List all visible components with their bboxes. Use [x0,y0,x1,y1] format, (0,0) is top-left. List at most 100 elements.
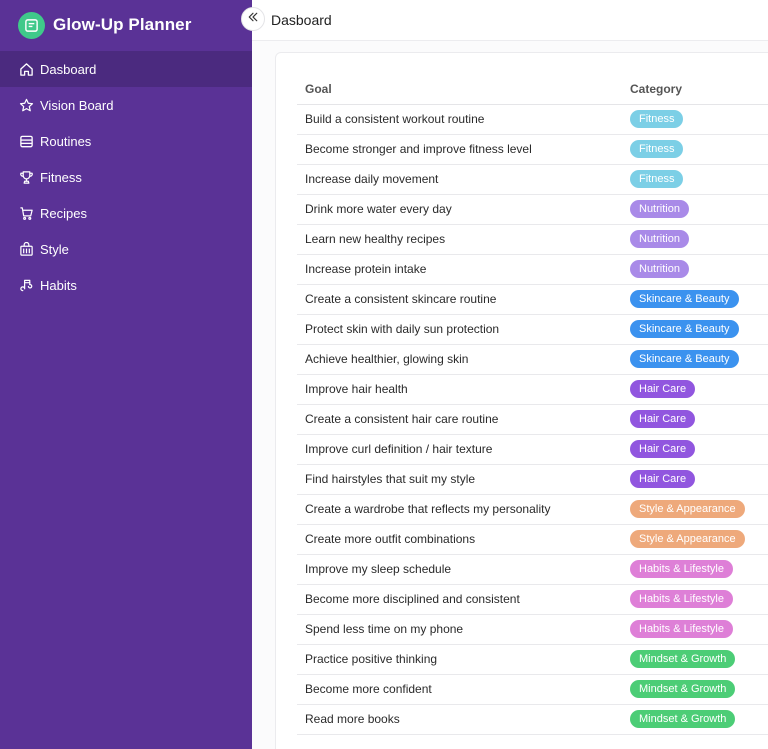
sidebar-item-dashboard[interactable]: Dasboard [0,51,252,87]
sidebar-item-label: Habits [40,277,77,293]
sidebar-item-fitness[interactable]: Fitness [0,159,252,195]
goal-cell: Create a consistent skincare routine [297,284,622,315]
table-row[interactable]: Achieve healthier, glowing skin Skincare … [297,344,768,375]
category-badge: Fitness [630,110,684,128]
goal-cell: Increase daily movement [297,164,622,195]
table-row[interactable]: Create a consistent hair care routine Hai… [297,404,768,435]
category-badge: Mindset & Growth [630,710,736,728]
table-row[interactable]: Become more disciplined and consistent Ha… [297,584,768,615]
goals-table: Goal Category Build a consistent workout… [297,74,768,735]
chevrons-left-icon [247,10,259,28]
category-cell: Hair Care [622,464,768,495]
goal-cell: Become more confident [297,674,622,705]
goal-cell: Read more books [297,704,622,735]
goal-cell: Learn new healthy recipes [297,224,622,255]
app-logo-icon [18,11,45,39]
home-icon [19,62,34,77]
category-badge: Fitness [630,170,684,188]
sidebar-item-vision-board[interactable]: Vision Board [0,87,252,123]
table-row[interactable]: Create a wardrobe that reflects my perso… [297,494,768,525]
page-title: Dasboard [271,12,332,28]
topbar: Dasboard [252,0,768,41]
sidebar-item-routines[interactable]: Routines [0,123,252,159]
category-cell: Fitness [622,164,768,195]
category-badge: Style & Appearance [630,530,745,548]
category-badge: Habits & Lifestyle [630,590,733,608]
category-cell: Nutrition [622,254,768,285]
goal-cell: Become stronger and improve fitness leve… [297,134,622,165]
table-row[interactable]: Become more confident Mindset & Growth [297,674,768,705]
goal-cell: Become more disciplined and consistent [297,584,622,615]
table-row[interactable]: Protect skin with daily sun protection Sk… [297,314,768,345]
goal-cell: Achieve healthier, glowing skin [297,344,622,375]
sidebar-item-label: Recipes [40,205,87,221]
category-cell: Habits & Lifestyle [622,554,768,585]
category-cell: Fitness [622,104,768,135]
category-cell: Habits & Lifestyle [622,614,768,645]
category-badge: Nutrition [630,230,689,248]
app-title: Glow-Up Planner [53,15,192,34]
category-cell: Hair Care [622,434,768,465]
column-header-category[interactable]: Category [622,74,768,105]
category-cell: Nutrition [622,224,768,255]
sidebar-item-label: Dasboard [40,61,97,77]
sidebar-item-style[interactable]: Style [0,231,252,267]
category-cell: Nutrition [622,194,768,225]
sidebar-item-label: Vision Board [40,97,114,113]
table-row[interactable]: Create a consistent skincare routine Skin… [297,284,768,315]
table-row[interactable]: Find hairstyles that suit my style Hair C… [297,464,768,495]
category-badge: Hair Care [630,440,696,458]
trophy-icon [19,170,34,185]
star-icon [19,98,34,113]
column-header-goal[interactable]: Goal [297,74,622,105]
table-row[interactable]: Improve hair health Hair Care [297,374,768,405]
table-body: Build a consistent workout routine Fitnes… [297,104,768,735]
table-row[interactable]: Become stronger and improve fitness leve… [297,134,768,165]
table-row[interactable]: Build a consistent workout routine Fitnes… [297,104,768,135]
table-row[interactable]: Increase protein intake Nutrition [297,254,768,285]
table-row[interactable]: Improve curl definition / hair texture Ha… [297,434,768,465]
brand[interactable]: Glow-Up Planner [0,0,252,50]
category-badge: Hair Care [630,470,696,488]
category-badge: Style & Appearance [630,500,745,518]
goal-cell: Improve curl definition / hair texture [297,434,622,465]
goal-cell: Drink more water every day [297,194,622,225]
table-row[interactable]: Drink more water every day Nutrition [297,194,768,225]
category-badge: Skincare & Beauty [630,350,739,368]
goal-cell: Build a consistent workout routine [297,104,622,135]
goal-cell: Find hairstyles that suit my style [297,464,622,495]
sidebar-item-label: Routines [40,133,92,149]
category-badge: Nutrition [630,260,689,278]
table-row[interactable]: Create more outfit combinations Style & A… [297,524,768,555]
goal-cell: Practice positive thinking [297,644,622,675]
table-row[interactable]: Practice positive thinking Mindset & Grow… [297,644,768,675]
layers-icon [19,134,34,149]
collapse-sidebar-button[interactable] [241,7,265,31]
category-cell: Mindset & Growth [622,674,768,705]
habit-icon [19,278,34,293]
goal-cell: Create more outfit combinations [297,524,622,555]
category-cell: Mindset & Growth [622,644,768,675]
table-row[interactable]: Read more books Mindset & Growth [297,704,768,735]
sidebar-item-habits[interactable]: Habits [0,267,252,303]
category-cell: Style & Appearance [622,494,768,525]
table-row[interactable]: Increase daily movement Fitness [297,164,768,195]
cart-icon [19,206,34,221]
category-cell: Skincare & Beauty [622,284,768,315]
table-row[interactable]: Spend less time on my phone Habits & Life… [297,614,768,645]
category-badge: Habits & Lifestyle [630,560,733,578]
category-badge: Mindset & Growth [630,680,736,698]
category-cell: Skincare & Beauty [622,314,768,345]
category-cell: Style & Appearance [622,524,768,555]
table-row[interactable]: Improve my sleep schedule Habits & Lifest… [297,554,768,585]
goal-cell: Protect skin with daily sun protection [297,314,622,345]
category-badge: Hair Care [630,410,696,428]
store-icon [19,241,34,257]
goal-cell: Improve hair health [297,374,622,405]
category-cell: Habits & Lifestyle [622,584,768,615]
category-cell: Skincare & Beauty [622,344,768,375]
table-row[interactable]: Learn new healthy recipes Nutrition [297,224,768,255]
sidebar-item-recipes[interactable]: Recipes [0,195,252,231]
category-badge: Nutrition [630,200,689,218]
sidebar-item-label: Style [40,241,69,257]
